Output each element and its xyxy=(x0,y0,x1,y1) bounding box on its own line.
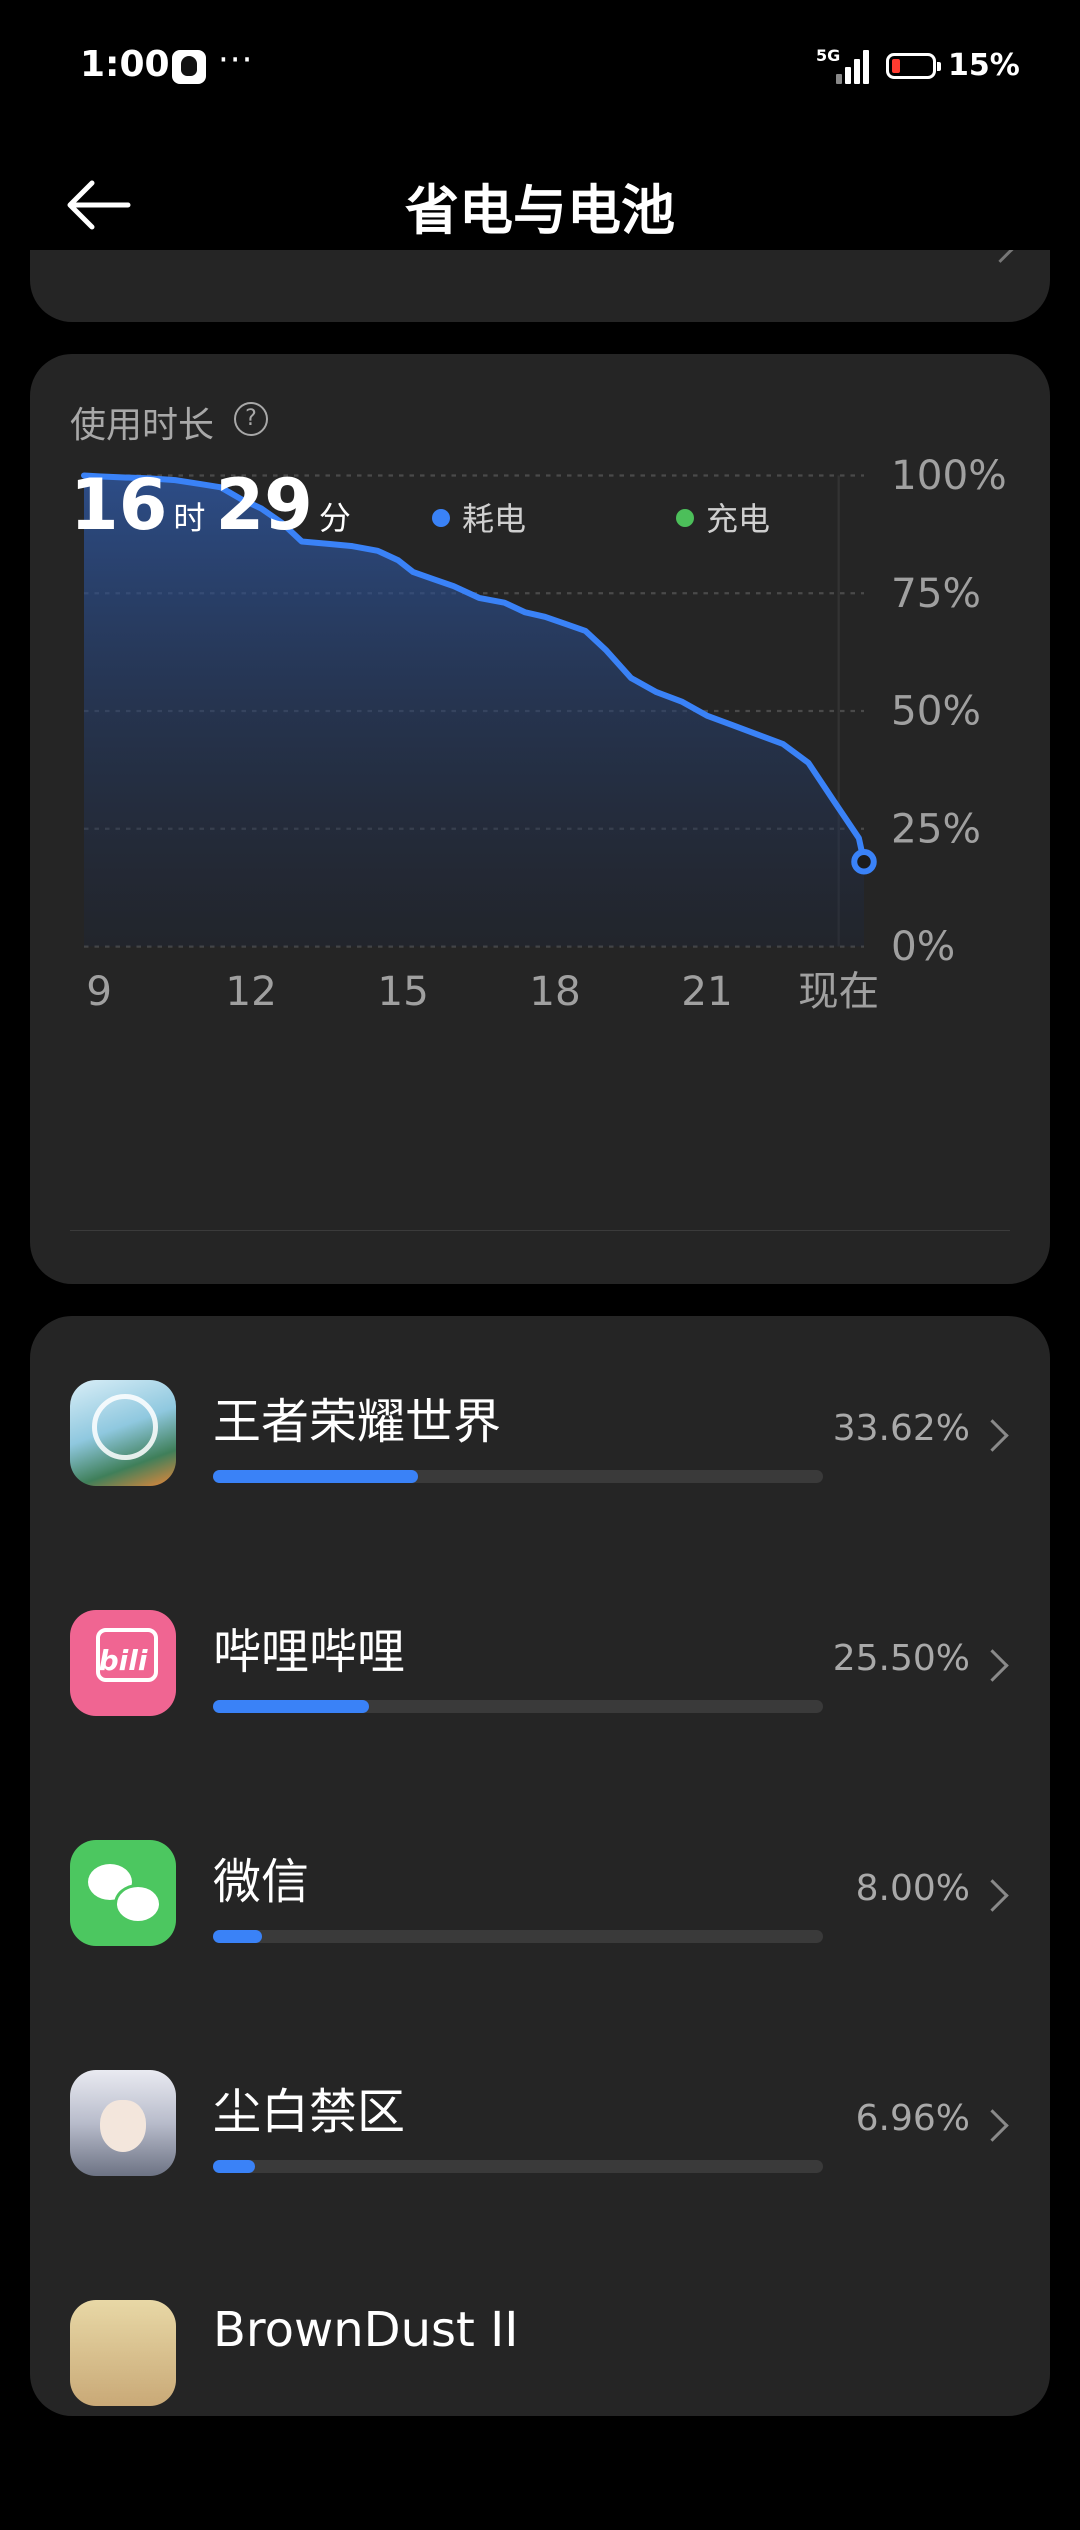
usage-bar-fill xyxy=(213,1700,369,1713)
usage-bar xyxy=(213,1700,823,1713)
app-row-4[interactable]: BrownDust II xyxy=(30,2300,1050,2530)
wechat-icon xyxy=(70,1840,176,1946)
minutes-unit: 分 xyxy=(318,499,351,537)
battery-icon xyxy=(886,53,941,79)
chevron-right-icon xyxy=(976,1879,1009,1912)
chevron-right-icon xyxy=(976,1419,1009,1452)
battery-percent: 15% xyxy=(948,48,1020,83)
bilibili-icon: bili xyxy=(70,1610,176,1716)
app-percent: 6.96% xyxy=(855,2098,970,2139)
app-percent: 8.00% xyxy=(855,1868,970,1909)
y-tick-label: 75% xyxy=(891,569,981,617)
usage-duration: 16 时 29 分 xyxy=(70,464,361,546)
hours-unit: 时 xyxy=(173,499,206,537)
usage-bar-fill xyxy=(213,2160,256,2173)
app-name: 微信 xyxy=(213,1854,310,1910)
x-tick-label: 9 xyxy=(86,967,112,1015)
x-tick-label: 15 xyxy=(377,967,429,1015)
app-row-0[interactable]: 王者荣耀世界 33.62% xyxy=(30,1380,1050,1610)
app-name: 尘白禁区 xyxy=(213,2084,406,2140)
legend-discharge: 耗电 xyxy=(432,494,526,540)
x-tick-label: 18 xyxy=(529,967,581,1015)
divider xyxy=(70,1230,1010,1231)
header: 省电与电池 xyxy=(0,130,1080,270)
more-notifications-icon: ··· xyxy=(218,40,254,80)
status-time: 1:00 xyxy=(80,44,170,85)
legend-dot-icon xyxy=(676,509,694,527)
usage-label: 使用时长 xyxy=(70,405,215,446)
chevron-right-icon xyxy=(987,250,1014,263)
more-settings-card[interactable] xyxy=(30,250,1050,322)
x-tick-label: 21 xyxy=(681,967,733,1015)
x-tick-label: 现在 xyxy=(798,967,879,1015)
app-row-2[interactable]: 微信 8.00% xyxy=(30,1840,1050,2070)
usage-bar-fill xyxy=(213,1930,262,1943)
game-icon xyxy=(70,1380,176,1486)
app-name: 哔哩哔哩 xyxy=(213,1624,406,1680)
minutes-value: 29 xyxy=(215,464,313,546)
usage-bar-fill xyxy=(213,1470,419,1483)
x-tick-label: 12 xyxy=(225,967,277,1015)
qq-icon xyxy=(172,50,206,84)
status-bar: 1:00 ··· 5G 15% xyxy=(0,0,1080,130)
chevron-right-icon xyxy=(976,1649,1009,1682)
game-character-icon xyxy=(70,2300,176,2406)
chart-current-point xyxy=(851,848,877,875)
usage-bar xyxy=(213,2160,823,2173)
app-name: BrownDust II xyxy=(213,2302,519,2358)
legend-dot-icon xyxy=(432,509,450,527)
usage-card: 100% 75% 50% 25% 0% 9 12 15 18 21 现在 使用时长 ? 16 时 29 分… xyxy=(30,354,1050,1284)
y-tick-label: 50% xyxy=(891,687,981,735)
usage-bar xyxy=(213,1930,823,1943)
hours-value: 16 xyxy=(70,464,168,546)
page-title: 省电与电池 xyxy=(405,179,675,242)
y-tick-label: 0% xyxy=(891,922,955,970)
usage-bar xyxy=(213,1470,823,1483)
y-tick-label: 25% xyxy=(891,804,981,852)
help-icon[interactable]: ? xyxy=(234,402,268,436)
y-tick-label: 100% xyxy=(891,451,1007,499)
app-row-3[interactable]: 尘白禁区 6.96% xyxy=(30,2070,1050,2300)
app-row-1[interactable]: bili 哔哩哔哩 25.50% xyxy=(30,1610,1050,1840)
app-name: 王者荣耀世界 xyxy=(213,1394,502,1450)
game-character-icon xyxy=(70,2070,176,2176)
chevron-right-icon xyxy=(976,2109,1009,2142)
app-percent: 25.50% xyxy=(832,1638,970,1679)
legend-charge: 充电 xyxy=(676,494,770,540)
app-usage-list: 王者荣耀世界 33.62% bili 哔哩哔哩 25.50% 微信 8.00% … xyxy=(30,1316,1050,2416)
app-percent: 33.62% xyxy=(832,1408,970,1449)
signal-icon xyxy=(836,50,872,84)
